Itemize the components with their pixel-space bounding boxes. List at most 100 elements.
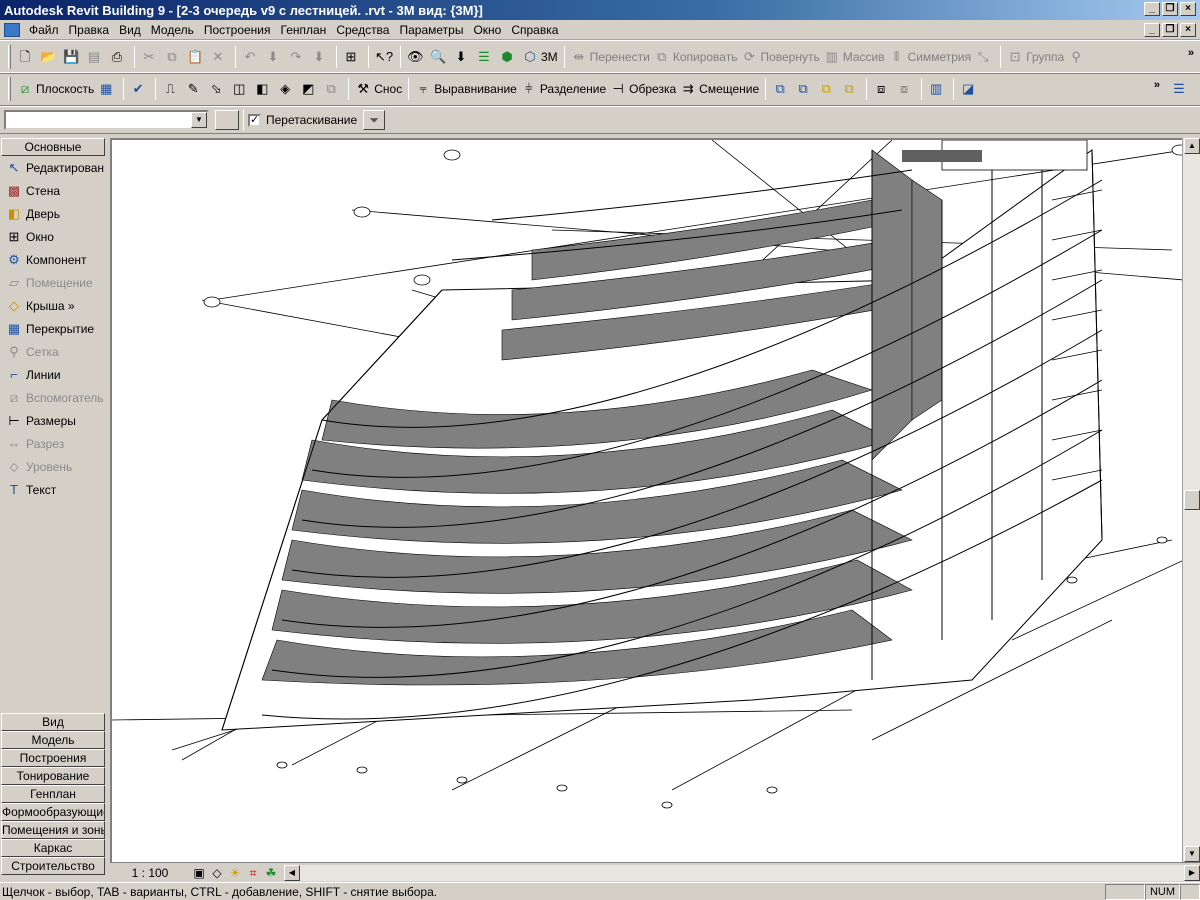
lock-button[interactable]: ⚲ bbox=[1066, 46, 1089, 68]
paint-button[interactable]: ⬂ bbox=[206, 78, 229, 100]
redo-list-button[interactable]: ⬇ bbox=[309, 46, 332, 68]
palette-item-3[interactable]: ⊞ Окно bbox=[0, 225, 108, 248]
palette-item-2[interactable]: ◧ Дверь bbox=[0, 202, 108, 225]
scroll-down-button[interactable]: ▼ bbox=[1184, 846, 1200, 862]
scroll-left-button[interactable]: ◀ bbox=[284, 864, 300, 881]
menu-site[interactable]: Генплан bbox=[276, 23, 332, 37]
restore-button[interactable]: ❐ bbox=[1162, 2, 1178, 16]
measure-button[interactable]: ▥ bbox=[926, 78, 949, 100]
palette-item-0[interactable]: ↖ Редактирован bbox=[0, 156, 108, 179]
palette-item-4[interactable]: ⚙ Компонент bbox=[0, 248, 108, 271]
group-button[interactable]: ⊡ Группа bbox=[1005, 46, 1066, 68]
cut-geometry-button[interactable]: ◈ bbox=[275, 78, 298, 100]
close-button[interactable]: × bbox=[1180, 2, 1196, 16]
palette-item-13[interactable]: ⬦ Уровень bbox=[0, 455, 108, 478]
size-grip[interactable] bbox=[1180, 883, 1200, 900]
undo-list-button[interactable]: ⬇ bbox=[263, 46, 286, 68]
view-3d-button[interactable]: ⬡ 3М bbox=[520, 46, 560, 68]
model-graphics-icon[interactable]: ◇ bbox=[208, 865, 226, 881]
type-selector[interactable]: ▼ bbox=[4, 110, 209, 130]
scroll-right-button[interactable]: ▶ bbox=[1184, 864, 1200, 881]
align-button[interactable]: ⫧ Выравнивание bbox=[413, 78, 519, 100]
spelling-button[interactable]: ✔ bbox=[128, 78, 151, 100]
palette-item-7[interactable]: ▦ Перекрытие bbox=[0, 317, 108, 340]
palette-item-9[interactable]: ⌐ Линии bbox=[0, 363, 108, 386]
horizontal-scrollbar[interactable]: ◀ ▶ bbox=[284, 864, 1200, 881]
palette-item-11[interactable]: ⊢ Размеры bbox=[0, 409, 108, 432]
outline-button[interactable]: ☰ bbox=[1169, 78, 1192, 100]
palette-item-8[interactable]: ⚲ Сетка bbox=[0, 340, 108, 363]
undo-button[interactable]: ↶ bbox=[240, 46, 263, 68]
zoom-button[interactable]: 🔍 bbox=[428, 46, 451, 68]
array-button[interactable]: ▥ Массив bbox=[822, 46, 887, 68]
tab-basics[interactable]: Основные bbox=[1, 138, 105, 156]
menu-edit[interactable]: Правка bbox=[64, 23, 115, 37]
save-button[interactable]: 💾 bbox=[61, 46, 84, 68]
palette-item-5[interactable]: ▱ Помещение bbox=[0, 271, 108, 294]
scale-selector[interactable]: 1 : 100 bbox=[110, 866, 190, 880]
paste-button[interactable]: 📋 bbox=[185, 46, 208, 68]
3d-viewport[interactable] bbox=[110, 138, 1182, 862]
palette-tab-8[interactable]: Строительство bbox=[1, 857, 105, 875]
properties-button[interactable]: ☰ bbox=[474, 46, 497, 68]
menu-tools[interactable]: Средства bbox=[331, 23, 394, 37]
open-button[interactable]: 📂 bbox=[38, 46, 61, 68]
scroll-thumb[interactable] bbox=[1184, 490, 1200, 510]
palette-tab-5[interactable]: Формообразующие bbox=[1, 803, 105, 821]
crop-view-icon[interactable]: ⌗ bbox=[244, 865, 262, 881]
coordination-review-button[interactable]: ⧇ bbox=[894, 78, 917, 100]
doc-minimize-button[interactable]: _ bbox=[1144, 23, 1160, 37]
paste-aligned-button[interactable]: ⧉ bbox=[793, 78, 816, 100]
menu-settings[interactable]: Параметры bbox=[394, 23, 468, 37]
palette-item-12[interactable]: ⇔ Разрез bbox=[0, 432, 108, 455]
project-browser-button[interactable]: ⊞ bbox=[341, 46, 364, 68]
linework-button[interactable]: ⎍ bbox=[160, 78, 183, 100]
menu-file[interactable]: Файл bbox=[24, 23, 64, 37]
toolbar-grip[interactable] bbox=[8, 45, 11, 69]
shading-button[interactable]: ⬢ bbox=[497, 46, 520, 68]
render-button[interactable]: ◪ bbox=[958, 78, 981, 100]
palette-tab-3[interactable]: Тонирование bbox=[1, 767, 105, 785]
rotate-button[interactable]: ⟳ Повернуть bbox=[739, 46, 821, 68]
doc-close-button[interactable]: × bbox=[1180, 23, 1196, 37]
move-button[interactable]: ⇹ Перенести bbox=[569, 46, 652, 68]
sun-icon[interactable]: ☀ bbox=[226, 865, 244, 881]
split-face-button[interactable]: ◫ bbox=[229, 78, 252, 100]
palette-item-1[interactable]: ▩ Стена bbox=[0, 179, 108, 202]
menu-help[interactable]: Справка bbox=[506, 23, 563, 37]
cut-clipboard-button[interactable]: ⧉ bbox=[816, 78, 839, 100]
element-properties-button[interactable] bbox=[215, 110, 239, 130]
grid-button[interactable]: ▦ bbox=[96, 78, 119, 100]
hide-isolate-icon[interactable]: ☘ bbox=[262, 865, 280, 881]
menu-window[interactable]: Окно bbox=[468, 23, 506, 37]
palette-tab-1[interactable]: Модель bbox=[1, 731, 105, 749]
trim-button[interactable]: ⊣ Обрезка bbox=[608, 78, 678, 100]
palette-item-14[interactable]: T Текст bbox=[0, 478, 108, 501]
thin-lines-button[interactable]: 👁 bbox=[405, 46, 428, 68]
vertical-scrollbar[interactable]: ▲ ▼ bbox=[1182, 138, 1200, 862]
palette-tab-2[interactable]: Построения bbox=[1, 749, 105, 767]
palette-tab-4[interactable]: Генплан bbox=[1, 785, 105, 803]
help-button[interactable]: ↖? bbox=[373, 46, 396, 68]
wall-joins-button[interactable]: ⧉ bbox=[321, 78, 344, 100]
redo-button[interactable]: ↷ bbox=[286, 46, 309, 68]
print-button[interactable]: ⎙ bbox=[107, 46, 130, 68]
work-plane-button[interactable]: ⧄ Плоскость bbox=[15, 78, 96, 100]
copy-button[interactable]: ⧉ Копировать bbox=[652, 46, 740, 68]
toolbar-overflow-icon[interactable]: » bbox=[1154, 79, 1160, 91]
cut-button[interactable]: ✂ bbox=[139, 46, 162, 68]
offset-button[interactable]: ⇉ Смещение bbox=[678, 78, 761, 100]
delete-button[interactable]: ✕ bbox=[208, 46, 231, 68]
palette-tab-6[interactable]: Помещения и зоны bbox=[1, 821, 105, 839]
document-icon[interactable] bbox=[4, 22, 20, 37]
demolish-button[interactable]: ⚒ Снос bbox=[353, 78, 404, 100]
zoom-dropdown-button[interactable]: ⬇ bbox=[451, 46, 474, 68]
palette-item-6[interactable]: ◇ Крыша » bbox=[0, 294, 108, 317]
match-type-button[interactable]: ✎ bbox=[183, 78, 206, 100]
chevron-down-icon[interactable]: ▼ bbox=[191, 112, 207, 128]
unjoin-button[interactable]: ◩ bbox=[298, 78, 321, 100]
split-button[interactable]: ⫩ Разделение bbox=[519, 78, 608, 100]
palette-item-10[interactable]: ⧄ Вспомогатель bbox=[0, 386, 108, 409]
save-all-button[interactable]: ▤ bbox=[84, 46, 107, 68]
mirror-button[interactable]: ⫴ Симметрия bbox=[887, 46, 974, 68]
